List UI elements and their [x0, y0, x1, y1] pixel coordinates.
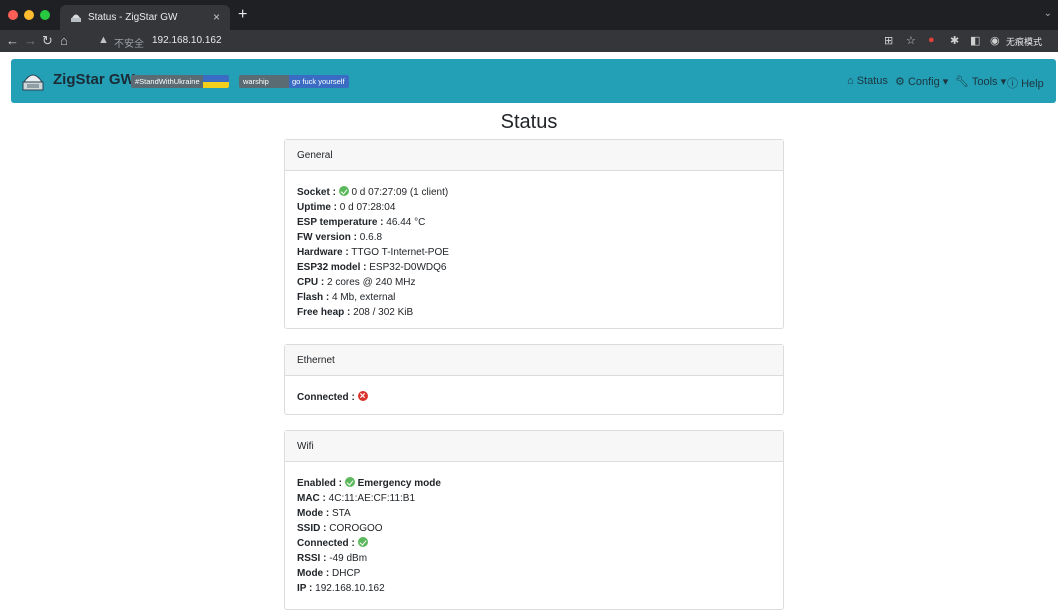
check-circle-icon: [357, 537, 368, 547]
caret-down-icon: ▾: [942, 76, 949, 88]
wifi-card-body: Enabled : Emergency mode MAC : 4C:11:AE:…: [285, 462, 783, 596]
address-bar[interactable]: ▲ 不安全 192.168.10.162: [92, 32, 872, 50]
general-row-temperature: ESP temperature : 46.44 °C: [297, 217, 426, 228]
general-card: General Socket : 0 d 07:27:09 (1 client)…: [284, 139, 784, 329]
caret-down-icon: ▾: [1000, 76, 1007, 88]
wifi-card: Wifi Enabled : Emergency mode MAC : 4C:1…: [284, 430, 784, 610]
warship-badge-label: warship: [243, 77, 269, 86]
forward-arrow-icon[interactable]: →: [24, 33, 37, 48]
wrench-icon: 🔧︎: [955, 76, 969, 88]
nav-help-link[interactable]: ⓘ Help: [1007, 75, 1044, 91]
wifi-card-title: Wifi: [285, 431, 783, 462]
back-arrow-icon[interactable]: ←: [6, 33, 19, 48]
ukraine-flag-yellow: [203, 82, 229, 88]
browser-tab[interactable]: Status - ZigStar GW ×: [60, 5, 230, 30]
error-circle-icon: [357, 389, 368, 404]
ethernet-card-title: Ethernet: [285, 345, 783, 376]
warship-badge[interactable]: warship go fuck yourself: [239, 75, 349, 88]
maximize-window-button[interactable]: [40, 10, 50, 20]
side-panel-icon[interactable]: ◧: [970, 34, 980, 47]
stand-with-ukraine-badge[interactable]: #StandWithUkraine: [131, 75, 229, 88]
tab-close-icon[interactable]: ×: [213, 10, 220, 24]
general-row-esp32-model: ESP32 model : ESP32-D0WDQ6: [297, 262, 447, 273]
insecure-label: 不安全: [114, 39, 144, 50]
warship-badge-message: go fuck yourself: [292, 77, 345, 86]
reload-icon[interactable]: ↻: [42, 33, 53, 49]
general-card-body: Socket : 0 d 07:27:09 (1 client) Uptime …: [285, 171, 783, 320]
general-row-free-heap: Free heap : 208 / 302 KiB: [297, 307, 414, 318]
home-icon: ⌂: [847, 75, 854, 87]
general-row-socket: Socket : 0 d 07:27:09 (1 client): [297, 186, 449, 198]
wifi-row-enabled: Enabled : Emergency mode: [297, 477, 441, 489]
check-circle-icon: [338, 186, 349, 196]
general-card-title: General: [285, 140, 783, 171]
extensions-puzzle-icon[interactable]: ✱: [950, 34, 959, 47]
incognito-icon[interactable]: ◉: [990, 34, 1000, 47]
ethernet-row-connected: Connected :: [297, 389, 783, 405]
wifi-row-connected: Connected :: [297, 536, 783, 551]
general-row-flash: Flash : 4 Mb, external: [297, 292, 396, 303]
info-icon: ⓘ: [1007, 78, 1018, 90]
ethernet-card-body: Connected :: [285, 376, 783, 405]
zigstar-logo-icon[interactable]: [21, 68, 45, 92]
check-circle-icon: [344, 477, 355, 487]
bookmark-star-icon[interactable]: ☆: [906, 34, 916, 47]
adblock-icon[interactable]: ●: [928, 34, 935, 46]
nav-status-link[interactable]: ⌂ Status: [847, 75, 888, 87]
ethernet-card: Ethernet Connected :: [284, 344, 784, 415]
general-row-cpu: CPU : 2 cores @ 240 MHz: [297, 277, 416, 288]
general-row-uptime: Uptime : 0 d 07:28:04: [297, 202, 396, 213]
wifi-row-ip: IP : 192.168.10.162: [297, 583, 385, 594]
close-window-button[interactable]: [8, 10, 18, 20]
warning-icon: ▲: [98, 34, 109, 46]
browser-toolbar: ← → ↻ ⌂ ▲ 不安全 192.168.10.162 ⊞ ☆ ● ✱ ◧ ◉…: [0, 30, 1058, 52]
minimize-window-button[interactable]: [24, 10, 34, 20]
wifi-row-rssi: RSSI : -49 dBm: [297, 553, 368, 564]
app-navbar: ZigStar GW #StandWithUkraine warship go …: [11, 59, 1056, 103]
nav-config-dropdown[interactable]: ⚙ Config ▾: [895, 75, 948, 88]
general-row-hardware: Hardware : TTGO T-Internet-POE: [297, 247, 449, 258]
nav-tools-dropdown[interactable]: 🔧︎ Tools ▾: [955, 75, 1006, 88]
translate-icon[interactable]: ⊞: [884, 34, 893, 47]
gear-icon: ⚙: [895, 76, 905, 88]
zigstar-favicon-icon: [71, 14, 81, 22]
wifi-row-ssid: SSID : COROGOO: [297, 523, 383, 534]
wifi-row-mac: MAC : 4C:11:AE:CF:11:B1: [297, 493, 416, 504]
page-title: Status: [500, 111, 558, 133]
brand-title[interactable]: ZigStar GW: [53, 71, 135, 88]
ukraine-flag-blue: [203, 75, 229, 82]
tab-title: Status - ZigStar GW: [88, 12, 178, 23]
browser-tab-bar: Status - ZigStar GW × + ⌄: [0, 0, 1058, 30]
wifi-row-mode: Mode : STA: [297, 508, 351, 519]
url-text: 192.168.10.162: [152, 35, 222, 46]
wifi-row-ip-mode: Mode : DHCP: [297, 568, 361, 579]
new-tab-button[interactable]: +: [238, 6, 247, 24]
general-row-fw-version: FW version : 0.6.8: [297, 232, 383, 243]
incognito-label: 无痕模式: [1006, 37, 1043, 47]
tab-search-chevron-icon[interactable]: ⌄: [1044, 8, 1052, 19]
home-icon[interactable]: ⌂: [60, 33, 68, 48]
